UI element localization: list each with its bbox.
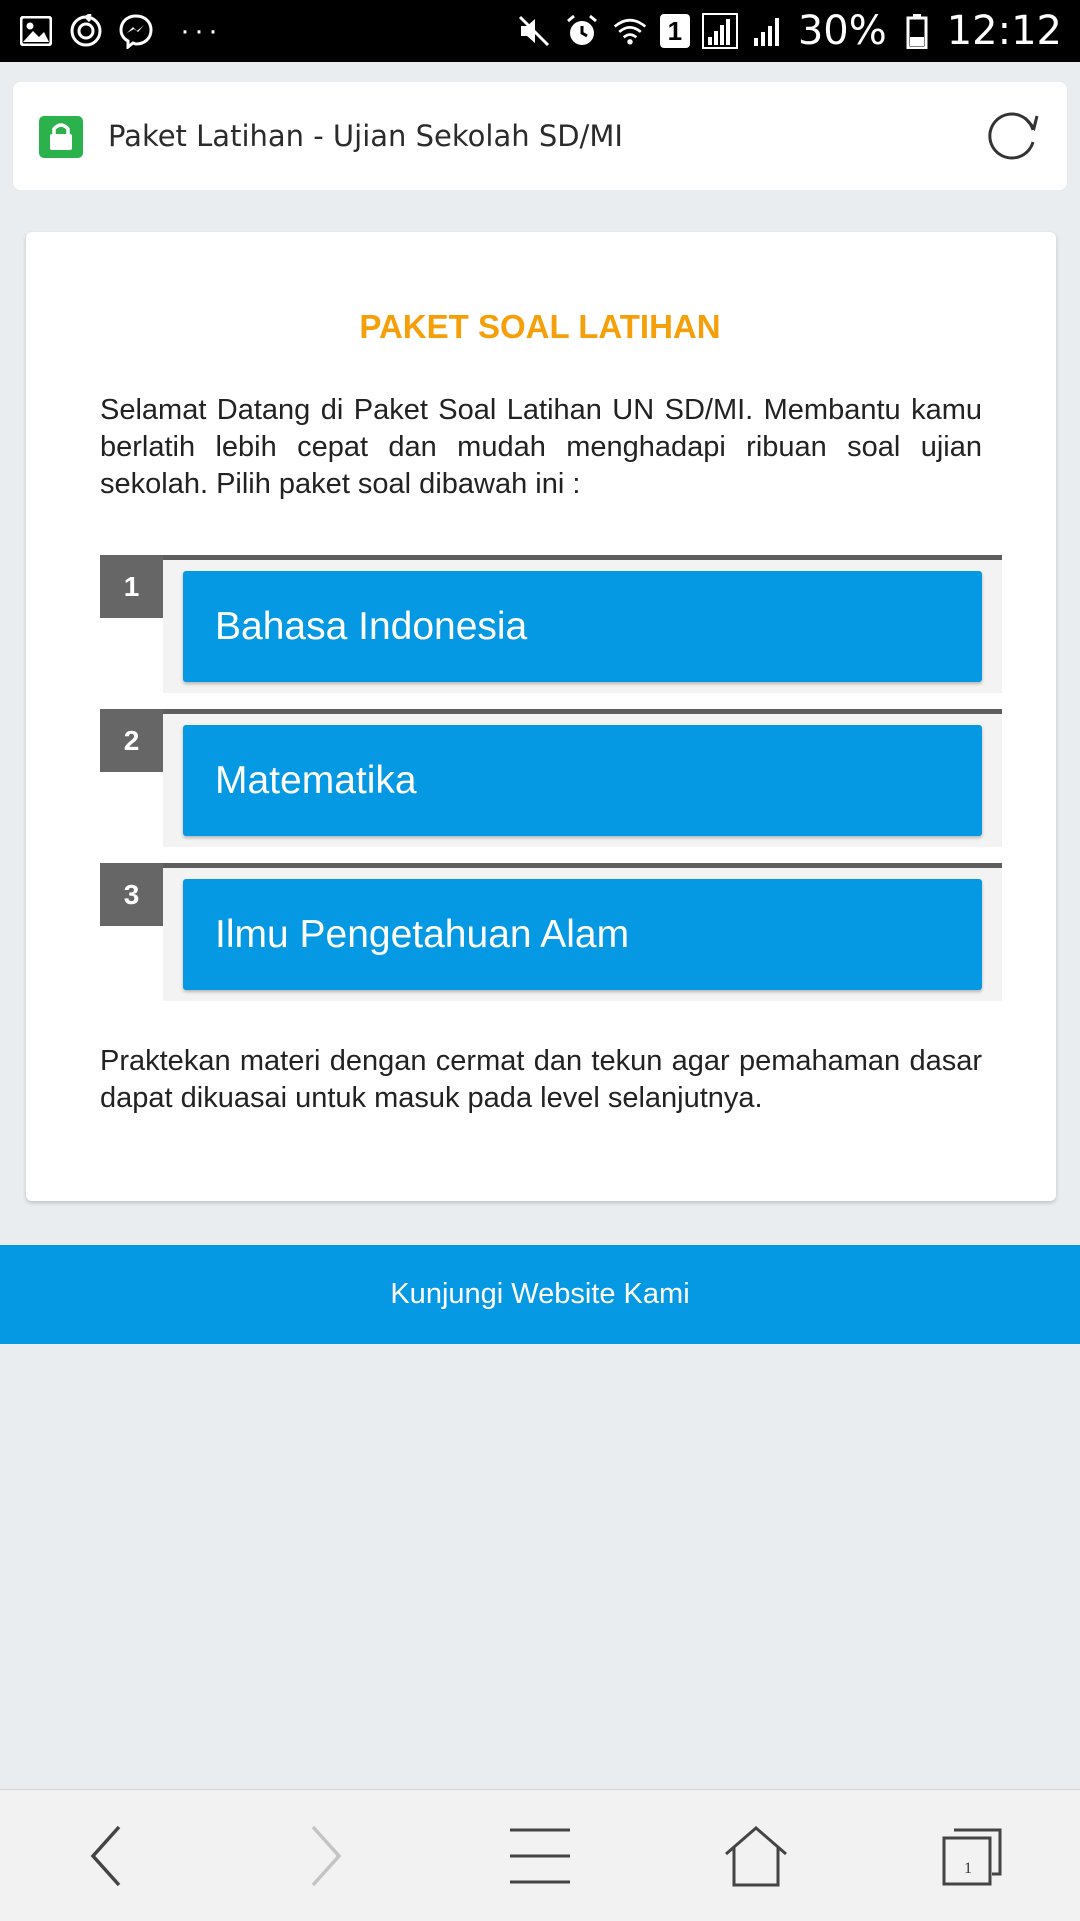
browser-toolbar: Paket Latihan - Ujian Sekolah SD/MI <box>0 62 1080 210</box>
outro-text: Praktekan materi dengan cermat dan tekun… <box>100 1045 982 1114</box>
menu-icon[interactable] <box>502 1818 578 1894</box>
list-item: 1 Bahasa Indonesia <box>100 555 1002 693</box>
clock: 12:12 <box>946 8 1062 54</box>
visit-website-button[interactable]: Kunjungi Website Kami <box>0 1245 1080 1344</box>
tabs-icon[interactable]: 1 <box>934 1818 1010 1894</box>
alarm-icon <box>564 13 600 49</box>
item-number: 2 <box>100 709 163 772</box>
mute-icon <box>516 13 552 49</box>
intro-text: Selamat Datang di Paket Soal Latihan UN … <box>100 394 982 500</box>
gallery-icon <box>18 13 54 49</box>
forward-icon[interactable] <box>286 1818 362 1894</box>
card-title: PAKET SOAL LATIHAN <box>359 308 721 345</box>
item-panel: Ilmu Pengetahuan Alam <box>163 863 1002 1001</box>
sim-icon: 1 <box>659 14 690 48</box>
item-number: 3 <box>100 863 163 926</box>
lock-icon <box>39 116 83 158</box>
more-notifications-icon: ··· <box>180 14 222 47</box>
subject-button-matematika[interactable]: Matematika <box>183 725 982 836</box>
back-icon[interactable] <box>70 1818 146 1894</box>
subject-button-ipa[interactable]: Ilmu Pengetahuan Alam <box>183 879 982 990</box>
list-item: 3 Ilmu Pengetahuan Alam <box>100 863 1002 1001</box>
wifi-icon <box>612 13 648 49</box>
page-title[interactable]: Paket Latihan - Ujian Sekolah SD/MI <box>108 82 623 190</box>
messenger-icon <box>118 13 154 49</box>
battery-percent: 30% <box>797 8 887 54</box>
status-bar: ··· 1 30% 12:12 <box>0 0 1080 62</box>
battery-icon <box>899 13 935 49</box>
list-item: 2 Matematika <box>100 709 1002 847</box>
address-bar[interactable]: Paket Latihan - Ujian Sekolah SD/MI <box>13 82 1067 190</box>
reload-icon[interactable] <box>985 108 1041 164</box>
browser-bottom-nav: 1 <box>0 1789 1080 1921</box>
tab-count: 1 <box>964 1860 972 1877</box>
item-number: 1 <box>100 555 163 618</box>
item-panel: Bahasa Indonesia <box>163 555 1002 693</box>
item-panel: Matematika <box>163 709 1002 847</box>
subject-button-bahasa-indonesia[interactable]: Bahasa Indonesia <box>183 571 982 682</box>
sync-icon <box>68 13 104 49</box>
signal-icon <box>701 13 738 49</box>
signal-icon <box>750 13 786 49</box>
home-icon[interactable] <box>718 1818 794 1894</box>
